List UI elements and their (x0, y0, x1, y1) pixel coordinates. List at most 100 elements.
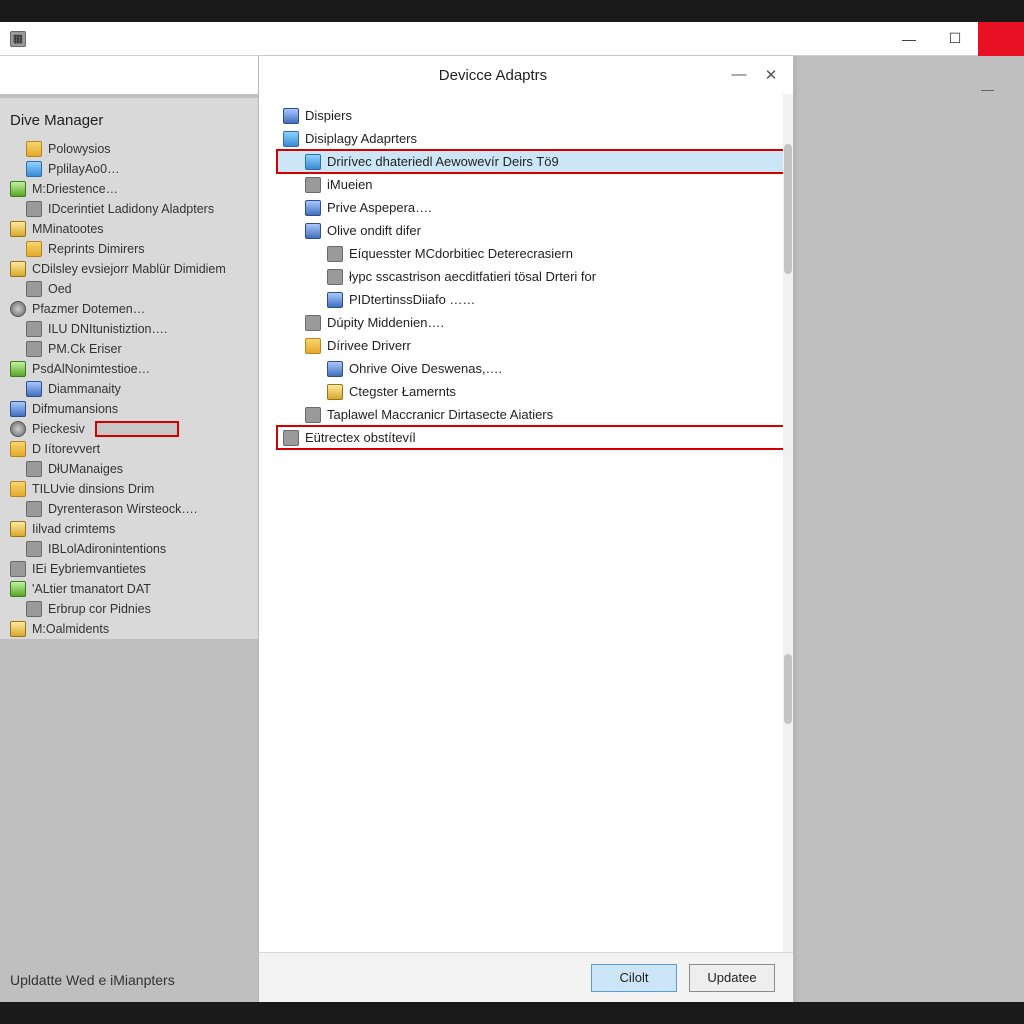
sidebar-item[interactable]: IEi Eybriemvantietes (8, 559, 250, 579)
blue-icon (327, 292, 343, 308)
sidebar-item[interactable]: PsdAlNonimtestioe… (8, 359, 250, 379)
dialog-minimize-button[interactable]: — (727, 66, 751, 84)
generic-icon (305, 407, 321, 423)
sidebar-item[interactable]: Pieckesiv (8, 419, 250, 439)
sidebar-item-label: ILU DNItunistiztion…. (48, 320, 167, 338)
tree-item-label: iMueien (327, 175, 373, 194)
sidebar-item[interactable]: Dyrenterason Wirsteock…. (8, 499, 250, 519)
sidebar-item[interactable]: IDcerintiet Ladidony Aladpters (8, 199, 250, 219)
tree-item-label: łypc sscastrison aecditfatieri tösal Drt… (349, 267, 596, 286)
tree-item[interactable]: Disiplagy Adaprters (277, 127, 793, 150)
sidebar-item-label: TILUvie dinsions Drim (32, 480, 154, 498)
tree-item[interactable]: Taplawel Maccranicr Dirtasecte Aiatiers (277, 403, 793, 426)
grey-icon (26, 281, 42, 297)
grey-icon (327, 269, 343, 285)
sidebar-item[interactable]: M:Driestence… (8, 179, 250, 199)
status-bar-label: Upldatte Wed e iMianpters (10, 972, 175, 988)
sidebar-item[interactable]: MMinatootes (8, 219, 250, 239)
sidebar-item[interactable]: ILU DNItunistiztion…. (8, 319, 250, 339)
tree-item[interactable]: Prive Aspepera…. (277, 196, 793, 219)
blue-icon (305, 223, 321, 239)
gold-icon (10, 221, 26, 237)
sidebar-item[interactable]: Iilvad crimtems (8, 519, 250, 539)
tree-item[interactable]: Dispiers (277, 104, 793, 127)
monitor-icon (283, 131, 299, 147)
sidebar-item[interactable]: IBLolAdironintentions (8, 539, 250, 559)
sidebar-item[interactable]: PplilayAo0… (8, 159, 250, 179)
sidebar-item[interactable]: DłUManaiges (8, 459, 250, 479)
sidebar-item-label: Polowysios (48, 140, 111, 158)
sidebar-item-label: Reprints Dimirers (48, 240, 145, 258)
tree-item-label: Taplawel Maccranicr Dirtasecte Aiatiers (327, 405, 553, 424)
sidebar-item-label: Erbrup cor Pidnies (48, 600, 151, 618)
generic-icon (26, 461, 42, 477)
tree-item[interactable]: Eíquesster MCdorbitiec Deterecrasiern (277, 242, 793, 265)
gold-icon (10, 261, 26, 277)
tree-item-label: Dírivee Driverr (327, 336, 411, 355)
folder-icon (26, 241, 42, 257)
tree-item[interactable]: Dírivee Driverr (277, 334, 793, 357)
sidebar-item[interactable]: Pfazmer Dotemen… (8, 299, 250, 319)
dialog-titlebar: Devicce Adaptrs — ✕ (259, 56, 793, 94)
bg-menu-dash[interactable]: — (981, 82, 994, 97)
generic-icon (305, 315, 321, 331)
sidebar-item-label: IBLolAdironintentions (48, 540, 166, 558)
tree-item[interactable]: łypc sscastrison aecditfatieri tösal Drt… (277, 265, 793, 288)
sidebar-item[interactable]: 'ALtier tmanatort DAT (8, 579, 250, 599)
sidebar-item[interactable]: TILUvie dinsions Drim (8, 479, 250, 499)
tree-item[interactable]: Olive ondift difer (277, 219, 793, 242)
tree-item[interactable]: Eütrectex obstítevíl (277, 426, 793, 449)
device-adapters-dialog: Devicce Adaptrs — ✕ DispiersDisiplagy Ad… (258, 56, 794, 1002)
dialog-scrollbar[interactable] (783, 94, 793, 952)
dialog-body: DispiersDisiplagy Adaprters Drirívec dhat… (259, 94, 793, 952)
sidebar-item[interactable]: Diammanaity (8, 379, 250, 399)
sidebar-item-label: M:Oalmidents (32, 620, 109, 638)
sidebar-item-label: CDilsley evsiejorr Mablür Dimidiem (32, 260, 226, 278)
update-button[interactable]: Updatee (689, 964, 775, 992)
tree-item[interactable]: PIDtertinssDiiafo …… (277, 288, 793, 311)
tree-item[interactable]: Ohrive Oive Deswenas,…. (277, 357, 793, 380)
bg-close-button[interactable] (978, 22, 1024, 56)
tree-item[interactable]: iMueien (277, 173, 793, 196)
tree-item-label: Eíquesster MCdorbitiec Deterecrasiern (349, 244, 573, 263)
blue-icon (283, 108, 299, 124)
gold-icon (10, 621, 26, 637)
sidebar-item-label: Pieckesiv (32, 420, 85, 438)
grey-icon (26, 541, 42, 557)
sidebar-item-label: D Iítorevvert (32, 440, 100, 458)
sidebar-item-label: Iilvad crimtems (32, 520, 115, 538)
sidebar-item[interactable]: D Iítorevvert (8, 439, 250, 459)
grey-icon (26, 501, 42, 517)
sidebar-item-label: M:Driestence… (32, 180, 118, 198)
sidebar-item-label: PM.Ck Eriser (48, 340, 122, 358)
bg-maximize-button[interactable]: ☐ (932, 22, 978, 56)
sidebar-item[interactable]: Erbrup cor Pidnies (8, 599, 250, 619)
sidebar-item-label: MMinatootes (32, 220, 104, 238)
grey-icon (327, 246, 343, 262)
generic-icon (305, 177, 321, 193)
gear-icon (10, 421, 26, 437)
dialog-close-button[interactable]: ✕ (759, 66, 783, 84)
sidebar-item[interactable]: Oed (8, 279, 250, 299)
sidebar-item-label: IEi Eybriemvantietes (32, 560, 146, 578)
sidebar-item[interactable]: Difmumansions (8, 399, 250, 419)
tree-item[interactable]: Ctegster Łamernts (277, 380, 793, 403)
tree-item[interactable]: Drirívec dhateriedl Aewowevír Deirs Tö9 (277, 150, 793, 173)
sidebar-item[interactable]: PM.Ck Eriser (8, 339, 250, 359)
sidebar-item[interactable]: Polowysios (8, 139, 250, 159)
tree-item[interactable]: Dúpity Middenien…. (277, 311, 793, 334)
sidebar-item-label: Pfazmer Dotemen… (32, 300, 145, 318)
sidebar-item[interactable]: CDilsley evsiejorr Mablür Dimidiem (8, 259, 250, 279)
blue-icon (327, 361, 343, 377)
tree-item-label: Dúpity Middenien…. (327, 313, 444, 332)
sidebar-item[interactable]: Reprints Dimirers (8, 239, 250, 259)
sidebar-item[interactable]: M:Oalmidents (8, 619, 250, 639)
primary-button[interactable]: Cilolt (591, 964, 677, 992)
background-window: ▦ — ☐ — Dive Manager PolowysiosPplilayAo… (0, 22, 1024, 1002)
gold-icon (10, 521, 26, 537)
bg-minimize-button[interactable]: — (886, 22, 932, 56)
tree-item-label: Drirívec dhateriedl Aewowevír Deirs Tö9 (327, 152, 559, 171)
sidebar-item-label: 'ALtier tmanatort DAT (32, 580, 151, 598)
monitor-icon (26, 161, 42, 177)
tree-item-label: PIDtertinssDiiafo …… (349, 290, 475, 309)
